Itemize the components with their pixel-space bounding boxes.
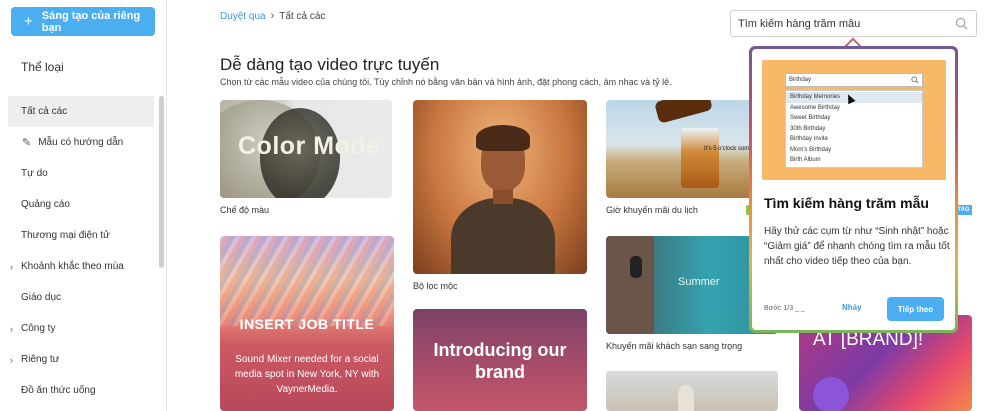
breadcrumb-browse-link[interactable]: Duyệt qua	[220, 11, 266, 22]
card-image-shape	[451, 198, 555, 274]
magic-wand-icon: ✎	[22, 137, 32, 149]
sidebar-item-guided[interactable]: ✎ Mẫu có hướng dẫn	[8, 127, 154, 158]
template-label-filter[interactable]: Bộ lọc mộc	[413, 281, 458, 291]
category-title: Thể loại	[21, 60, 64, 74]
page-subtitle: Chọn từ các mẫu video của chúng tôi. Tùy…	[220, 77, 672, 87]
sidebar-item-label: Quảng cáo	[21, 199, 70, 210]
template-label-travel-promo[interactable]: Giờ khuyến mãi du lịch	[606, 205, 698, 215]
popover-description: Hãy thử các cụm từ như “Sinh nhật” hoặc …	[764, 226, 950, 267]
sidebar-item-ads[interactable]: Quảng cáo	[8, 189, 154, 220]
preview-search-box: Birthday	[785, 73, 923, 87]
sidebar-item-seasonal[interactable]: › Khoảnh khắc theo mùa	[8, 251, 154, 282]
sidebar-item-company[interactable]: › Công ty	[8, 313, 154, 344]
sidebar-item-label: Giáo dục	[21, 292, 62, 303]
preview-suggestion: Sweet Birthday	[790, 115, 831, 121]
template-card-beach[interactable]	[606, 371, 778, 411]
search-icon[interactable]	[955, 17, 968, 30]
template-label-hotel[interactable]: Khuyến mãi khách sạn sang trọng	[606, 341, 742, 351]
sidebar: + Sáng tạo của riêng bạn Thể loại Tất cả…	[0, 0, 167, 411]
preview-suggestion: Awesome Birthday	[790, 104, 840, 111]
breadcrumb-current: Tất cả các	[279, 10, 326, 22]
popover-title: Tìm kiếm hàng trăm mẫu	[764, 195, 929, 211]
sidebar-item-label: Riêng tư	[21, 354, 60, 365]
skip-button[interactable]: Nhảy	[842, 303, 862, 312]
sidebar-item-label: Tất cả các	[21, 106, 68, 117]
template-search[interactable]	[730, 10, 977, 37]
search-icon	[911, 76, 919, 84]
preview-suggestion-list: Birthday Memories Awesome Birthday Sweet…	[785, 90, 923, 168]
search-input[interactable]	[738, 17, 948, 30]
breadcrumb-separator: ›	[270, 10, 275, 22]
preview-search-text: Birthday	[789, 77, 812, 83]
onboarding-popover: Birthday Birthday Memories Awesome Birth…	[749, 46, 958, 333]
preview-suggestion: Birthday Invite	[790, 136, 829, 142]
sidebar-item-education[interactable]: Giáo dục	[8, 282, 154, 313]
sidebar-item-label: Tự do	[21, 168, 48, 179]
preview-suggestion: Mom's Birthday	[790, 146, 832, 153]
card-overlay-title: INSERT JOB TITLE	[239, 316, 375, 332]
template-card-color-mode[interactable]: Color Mode	[220, 100, 392, 198]
chevron-right-icon: ›	[10, 323, 13, 334]
card-image-shape	[678, 385, 694, 411]
popover-step-indicator: Bước 1/3 _ _	[764, 305, 805, 312]
card-image-shape	[606, 236, 654, 334]
card-image-shape	[476, 125, 530, 151]
sidebar-item-label: Thương mại điện tử	[21, 230, 110, 241]
template-card-job[interactable]: INSERT JOB TITLE Sound Mixer needed for …	[220, 236, 394, 411]
sidebar-item-ecommerce[interactable]: Thương mại điện tử	[8, 220, 154, 251]
sidebar-scrollbar[interactable]	[159, 96, 164, 268]
popover-body: Birthday Birthday Memories Awesome Birth…	[752, 49, 955, 330]
sidebar-item-label: Khoảnh khắc theo mùa	[21, 261, 124, 272]
chevron-right-icon: ›	[10, 261, 13, 272]
card-image-shape	[220, 236, 394, 326]
card-overlay-text: Summer	[678, 276, 720, 288]
preview-suggestion: 30th Birthday	[790, 125, 826, 132]
card-image-shape	[630, 256, 642, 278]
sidebar-item-all[interactable]: Tất cả các	[8, 96, 154, 127]
sidebar-item-free[interactable]: Tự do	[8, 158, 154, 189]
page-title: Dễ dàng tạo video trực tuyến	[220, 55, 440, 74]
sidebar-item-label: Mẫu có hướng dẫn	[38, 137, 124, 148]
breadcrumb: Duyệt qua › Tất cả các	[220, 10, 325, 22]
category-list: Tất cả các ✎ Mẫu có hướng dẫn Tự do Quản…	[8, 96, 154, 406]
next-button-label: Tiếp theo	[897, 304, 934, 314]
template-card-filter[interactable]	[413, 100, 587, 274]
card-overlay-title: Color Mode	[238, 132, 381, 160]
preview-suggestion: Birth Album	[790, 157, 821, 163]
sidebar-item-label: Công ty	[21, 323, 56, 334]
sidebar-item-food[interactable]: Đồ ăn thức uống	[8, 375, 154, 406]
card-overlay-text: It's 5 o'clock som	[704, 146, 750, 152]
popover-preview-image: Birthday Birthday Memories Awesome Birth…	[762, 60, 946, 180]
card-image-shape	[681, 128, 719, 188]
create-button-label: Sáng tạo của riêng bạn	[41, 9, 141, 34]
template-card-brand[interactable]: Introducing our brand	[413, 309, 587, 411]
chevron-right-icon: ›	[10, 354, 13, 365]
card-image-shape	[813, 377, 849, 411]
card-overlay-text: Sound Mixer needed for a social media sp…	[234, 354, 380, 395]
template-label-color-mode[interactable]: Chế độ màu	[220, 205, 269, 215]
sidebar-item-label: Đồ ăn thức uống	[21, 385, 96, 396]
next-button[interactable]: Tiếp theo	[887, 297, 944, 321]
plus-icon: +	[24, 13, 33, 30]
sidebar-item-private[interactable]: › Riêng tư	[8, 344, 154, 375]
card-overlay-title: Introducing our brand	[433, 340, 567, 382]
card-image-shape	[654, 100, 713, 124]
create-your-own-button[interactable]: + Sáng tạo của riêng bạn	[11, 7, 155, 36]
